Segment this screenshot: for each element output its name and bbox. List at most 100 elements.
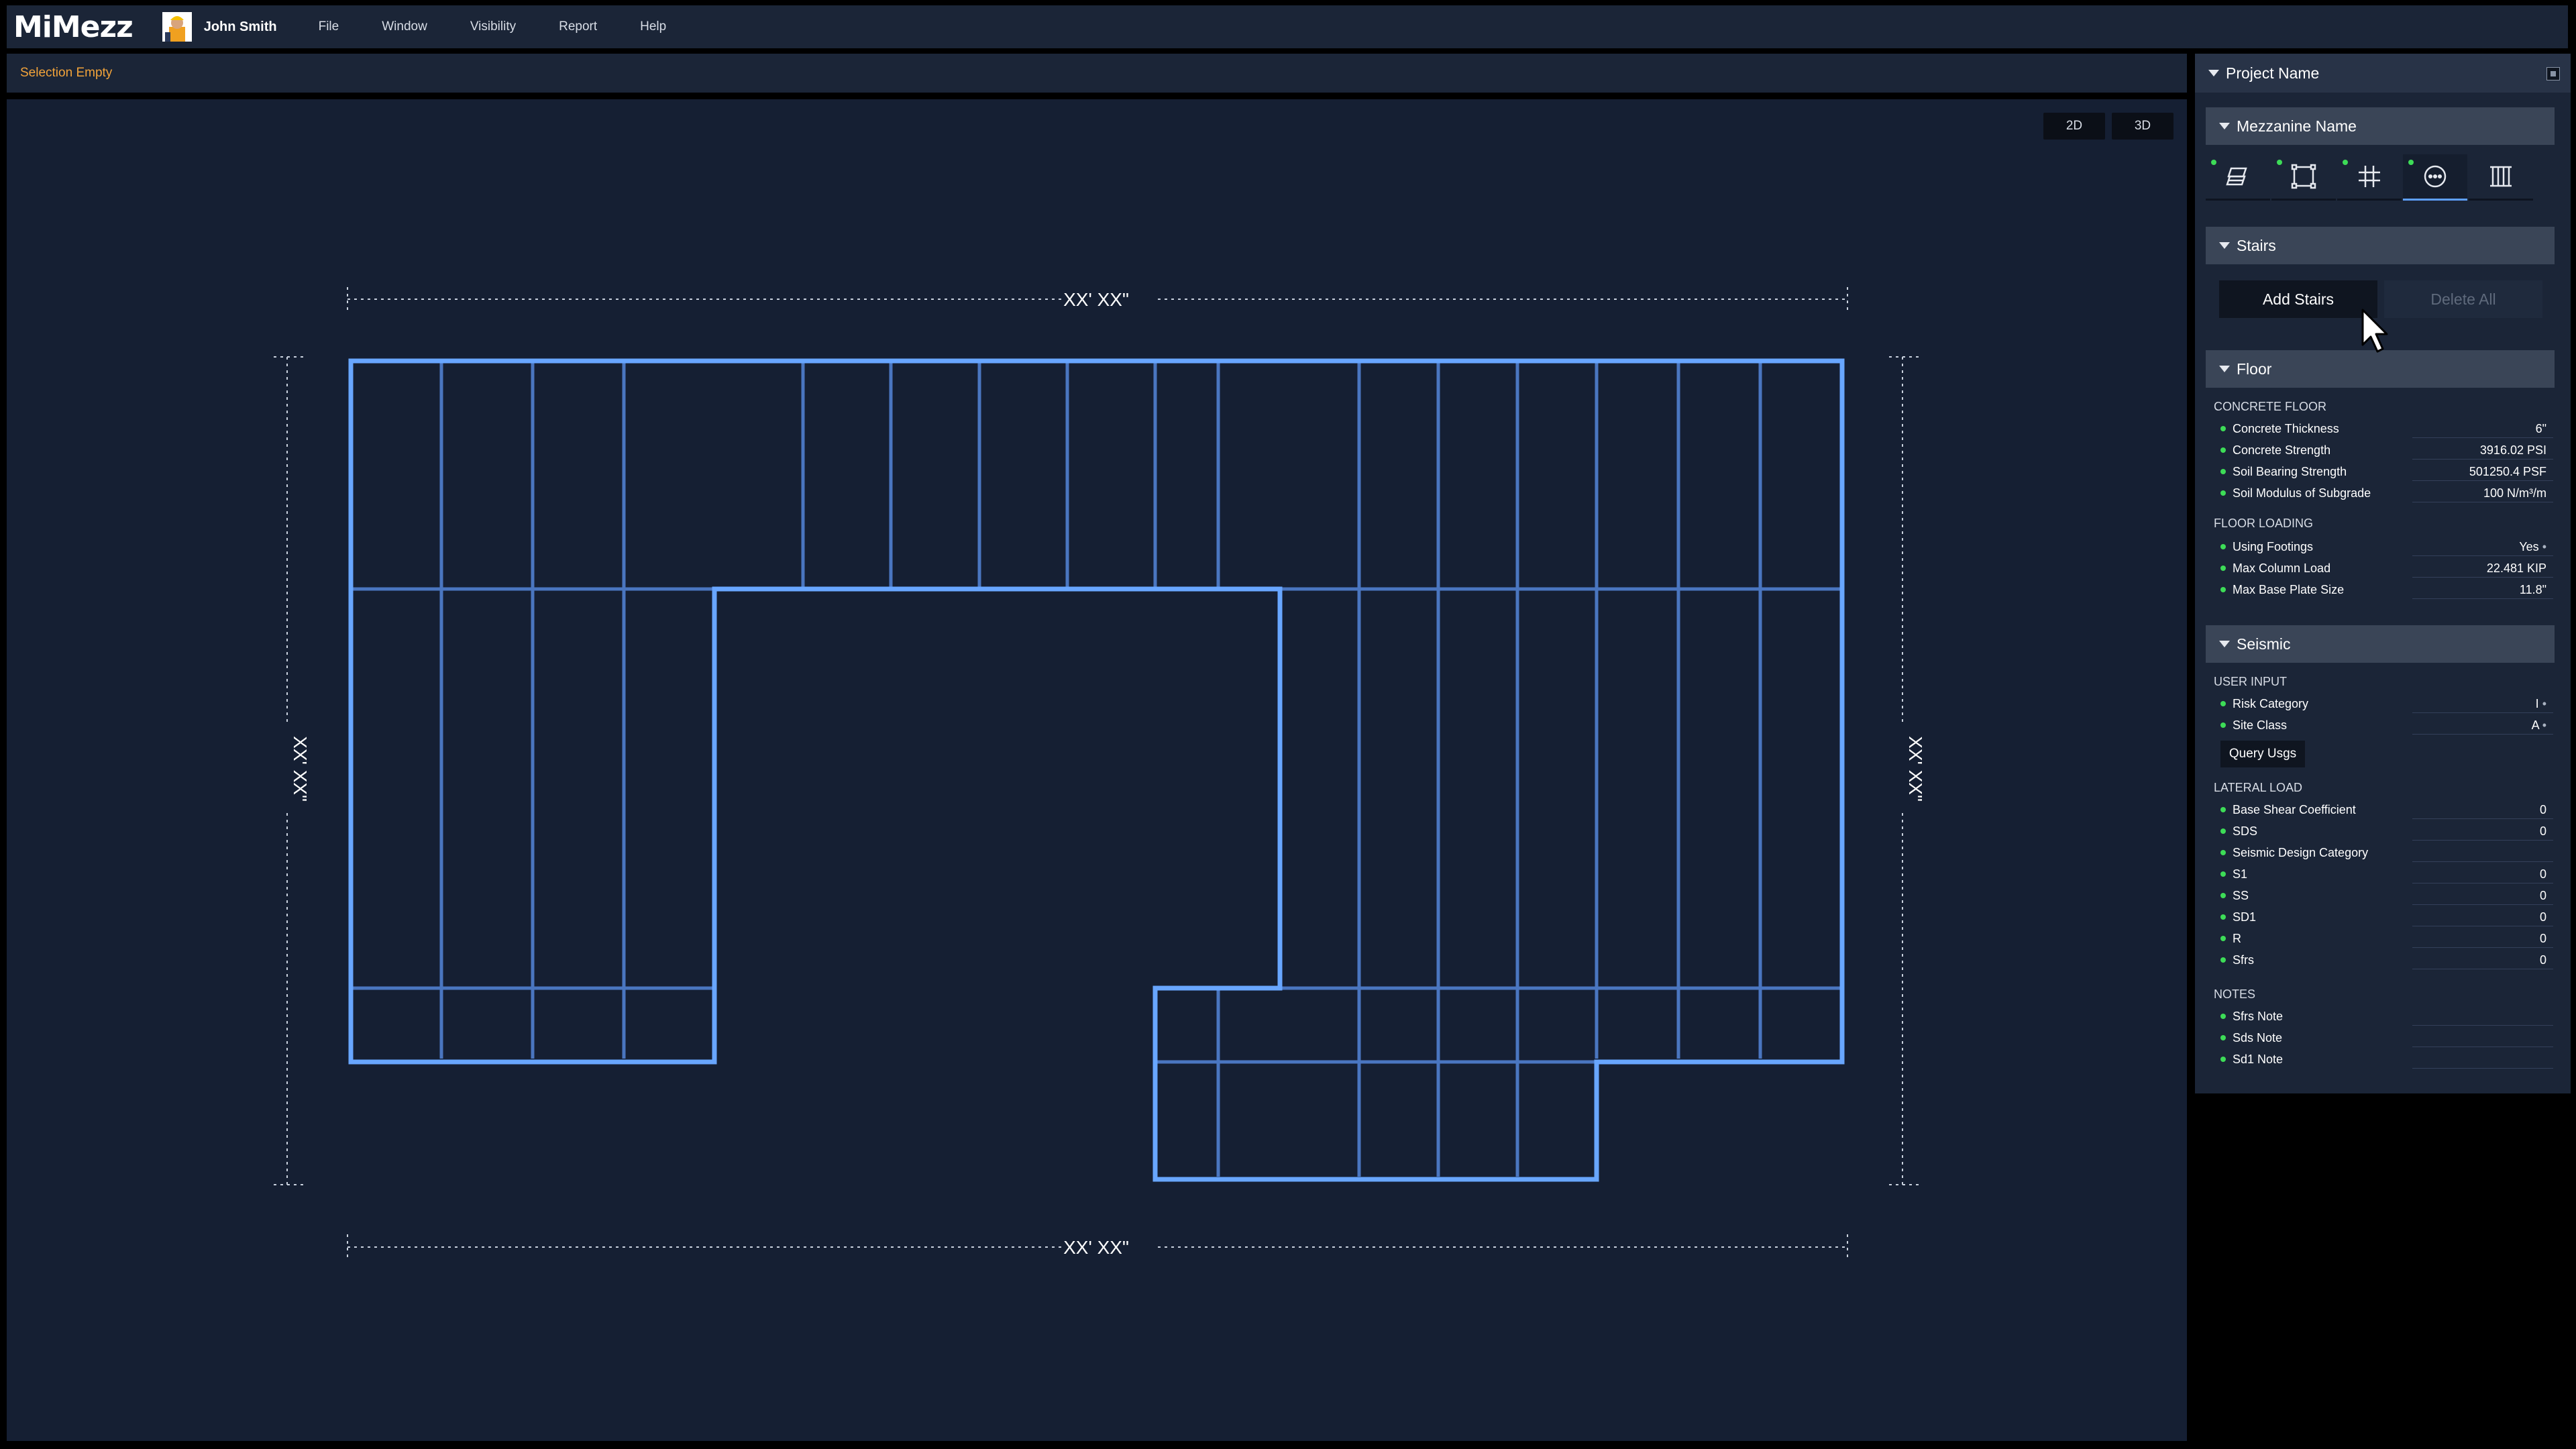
sd1-row: SD1 0 — [2214, 907, 2557, 927]
status-dot — [2220, 722, 2226, 728]
status-dot — [2220, 1057, 2226, 1062]
menu-visibility[interactable]: Visibility — [470, 19, 516, 34]
project-header[interactable]: Project Name — [2195, 54, 2571, 93]
floor-header[interactable]: Floor — [2206, 350, 2555, 388]
query-usgs-button[interactable]: Query Usgs — [2220, 741, 2305, 767]
row-label: Sfrs — [2233, 953, 2255, 967]
max-base-plate-row: Max Base Plate Size 11.8" — [2214, 580, 2557, 600]
caret-down-icon — [2208, 70, 2219, 76]
soil-modulus-row: Soil Modulus of Subgrade 100 N/m³/m — [2214, 483, 2557, 503]
floor-title: Floor — [2237, 360, 2272, 378]
soil-bearing-field[interactable]: 501250.4 PSF — [2412, 463, 2553, 481]
sfrs-note-row: Sfrs Note — [2214, 1006, 2557, 1026]
selection-status: Selection Empty — [20, 66, 113, 80]
plan-canvas[interactable]: 2D 3D XX' XX" XX' XX" XX' XX" XX' XX" — [7, 99, 2187, 1441]
row-label: Seismic Design Category — [2233, 845, 2369, 859]
sds-note-field[interactable] — [2412, 1029, 2553, 1047]
status-dot — [2220, 566, 2226, 571]
floor-plan[interactable]: XX' XX" XX' XX" XX' XX" XX' XX" — [7, 99, 2187, 1441]
sd1-field[interactable]: 0 — [2412, 908, 2553, 926]
s1-field[interactable]: 0 — [2412, 865, 2553, 883]
concrete-floor-label: CONCRETE FLOOR — [2214, 400, 2327, 413]
dimension-right-label: XX' XX" — [1905, 736, 1926, 802]
ss-row: SS 0 — [2214, 885, 2557, 906]
base-shear-field[interactable]: 0 — [2412, 801, 2553, 819]
status-dot — [2220, 893, 2226, 898]
sd1-note-row: Sd1 Note — [2214, 1049, 2557, 1069]
mezzanine-header[interactable]: Mezzanine Name — [2206, 107, 2555, 145]
tool-floor-layers[interactable] — [2206, 154, 2270, 201]
user-name[interactable]: John Smith — [204, 19, 277, 35]
s1-row: S1 0 — [2214, 864, 2557, 884]
site-class-select[interactable]: A — [2412, 716, 2553, 735]
concrete-strength-row: Concrete Strength 3916.02 PSI — [2214, 440, 2557, 460]
row-label: Sfrs Note — [2233, 1009, 2284, 1023]
using-footings-row: Using Footings Yes — [2214, 537, 2557, 557]
sfrs-row: Sfrs 0 — [2214, 950, 2557, 970]
menu-file[interactable]: File — [319, 19, 339, 34]
joist-grid — [351, 361, 1842, 1177]
row-label: Concrete Strength — [2233, 443, 2331, 457]
status-bar: Selection Empty — [7, 54, 2187, 93]
status-dot — [2220, 426, 2226, 431]
status-dot — [2220, 544, 2226, 549]
max-base-plate-field[interactable]: 11.8" — [2412, 581, 2553, 599]
panel-collapse-icon[interactable] — [2546, 67, 2560, 80]
sd1-note-field[interactable] — [2412, 1051, 2553, 1069]
stairs-title: Stairs — [2237, 236, 2276, 254]
status-dot — [2220, 490, 2226, 496]
concrete-thickness-row: Concrete Thickness 6" — [2214, 419, 2557, 439]
tool-railing[interactable] — [2469, 154, 2533, 201]
status-dot — [2220, 957, 2226, 963]
menu-help[interactable]: Help — [640, 19, 666, 34]
avatar[interactable] — [162, 12, 192, 42]
seismic-design-category-field[interactable] — [2412, 844, 2553, 862]
rectangle-icon — [2291, 164, 2316, 189]
r-field[interactable]: 0 — [2412, 930, 2553, 948]
app-logo: MiMezz — [13, 9, 133, 44]
add-stairs-button[interactable]: Add Stairs — [2219, 280, 2377, 318]
dimension-left-label: XX' XX" — [290, 736, 311, 802]
status-dot — [2220, 587, 2226, 592]
menu-report[interactable]: Report — [559, 19, 597, 34]
mezzanine-outline[interactable] — [348, 358, 1845, 1182]
row-label: Max Base Plate Size — [2233, 582, 2345, 596]
stairs-header[interactable]: Stairs — [2206, 227, 2555, 264]
tool-more[interactable] — [2403, 154, 2467, 201]
menu-window[interactable]: Window — [382, 19, 427, 34]
delete-all-button[interactable]: Delete All — [2384, 280, 2542, 318]
sfrs-note-field[interactable] — [2412, 1008, 2553, 1026]
status-dot — [2220, 1014, 2226, 1019]
site-class-row: Site Class A — [2214, 715, 2557, 735]
risk-category-row: Risk Category I — [2214, 694, 2557, 714]
status-dot — [2220, 1035, 2226, 1040]
caret-down-icon — [2219, 641, 2230, 647]
status-dot — [2408, 160, 2414, 165]
status-dot — [2220, 469, 2226, 474]
concrete-thickness-field[interactable]: 6" — [2412, 420, 2553, 438]
layers-icon — [2226, 167, 2247, 186]
sfrs-field[interactable]: 0 — [2412, 951, 2553, 969]
caret-down-icon — [2219, 123, 2230, 129]
ss-field[interactable]: 0 — [2412, 887, 2553, 905]
lateral-load-label: LATERAL LOAD — [2214, 781, 2303, 794]
tool-grid[interactable] — [2337, 154, 2402, 201]
row-label: Soil Bearing Strength — [2233, 464, 2347, 478]
seismic-header[interactable]: Seismic — [2206, 625, 2555, 663]
using-footings-select[interactable]: Yes — [2412, 538, 2553, 556]
concrete-strength-field[interactable]: 3916.02 PSI — [2412, 441, 2553, 460]
base-shear-row: Base Shear Coefficient 0 — [2214, 800, 2557, 820]
seismic-title: Seismic — [2237, 635, 2291, 653]
dimension-lines — [274, 287, 1919, 1261]
status-dot — [2277, 160, 2282, 165]
sds-field[interactable]: 0 — [2412, 822, 2553, 841]
tool-outline[interactable] — [2271, 154, 2336, 201]
row-label: SD1 — [2233, 910, 2257, 924]
risk-category-select[interactable]: I — [2412, 695, 2553, 713]
row-label: Sd1 Note — [2233, 1052, 2284, 1066]
soil-modulus-field[interactable]: 100 N/m³/m — [2412, 484, 2553, 502]
row-label: Max Column Load — [2233, 561, 2331, 575]
max-column-load-field[interactable]: 22.481 KIP — [2412, 559, 2553, 578]
row-label: Soil Modulus of Subgrade — [2233, 486, 2371, 500]
dimension-top-label: XX' XX" — [1063, 289, 1129, 310]
